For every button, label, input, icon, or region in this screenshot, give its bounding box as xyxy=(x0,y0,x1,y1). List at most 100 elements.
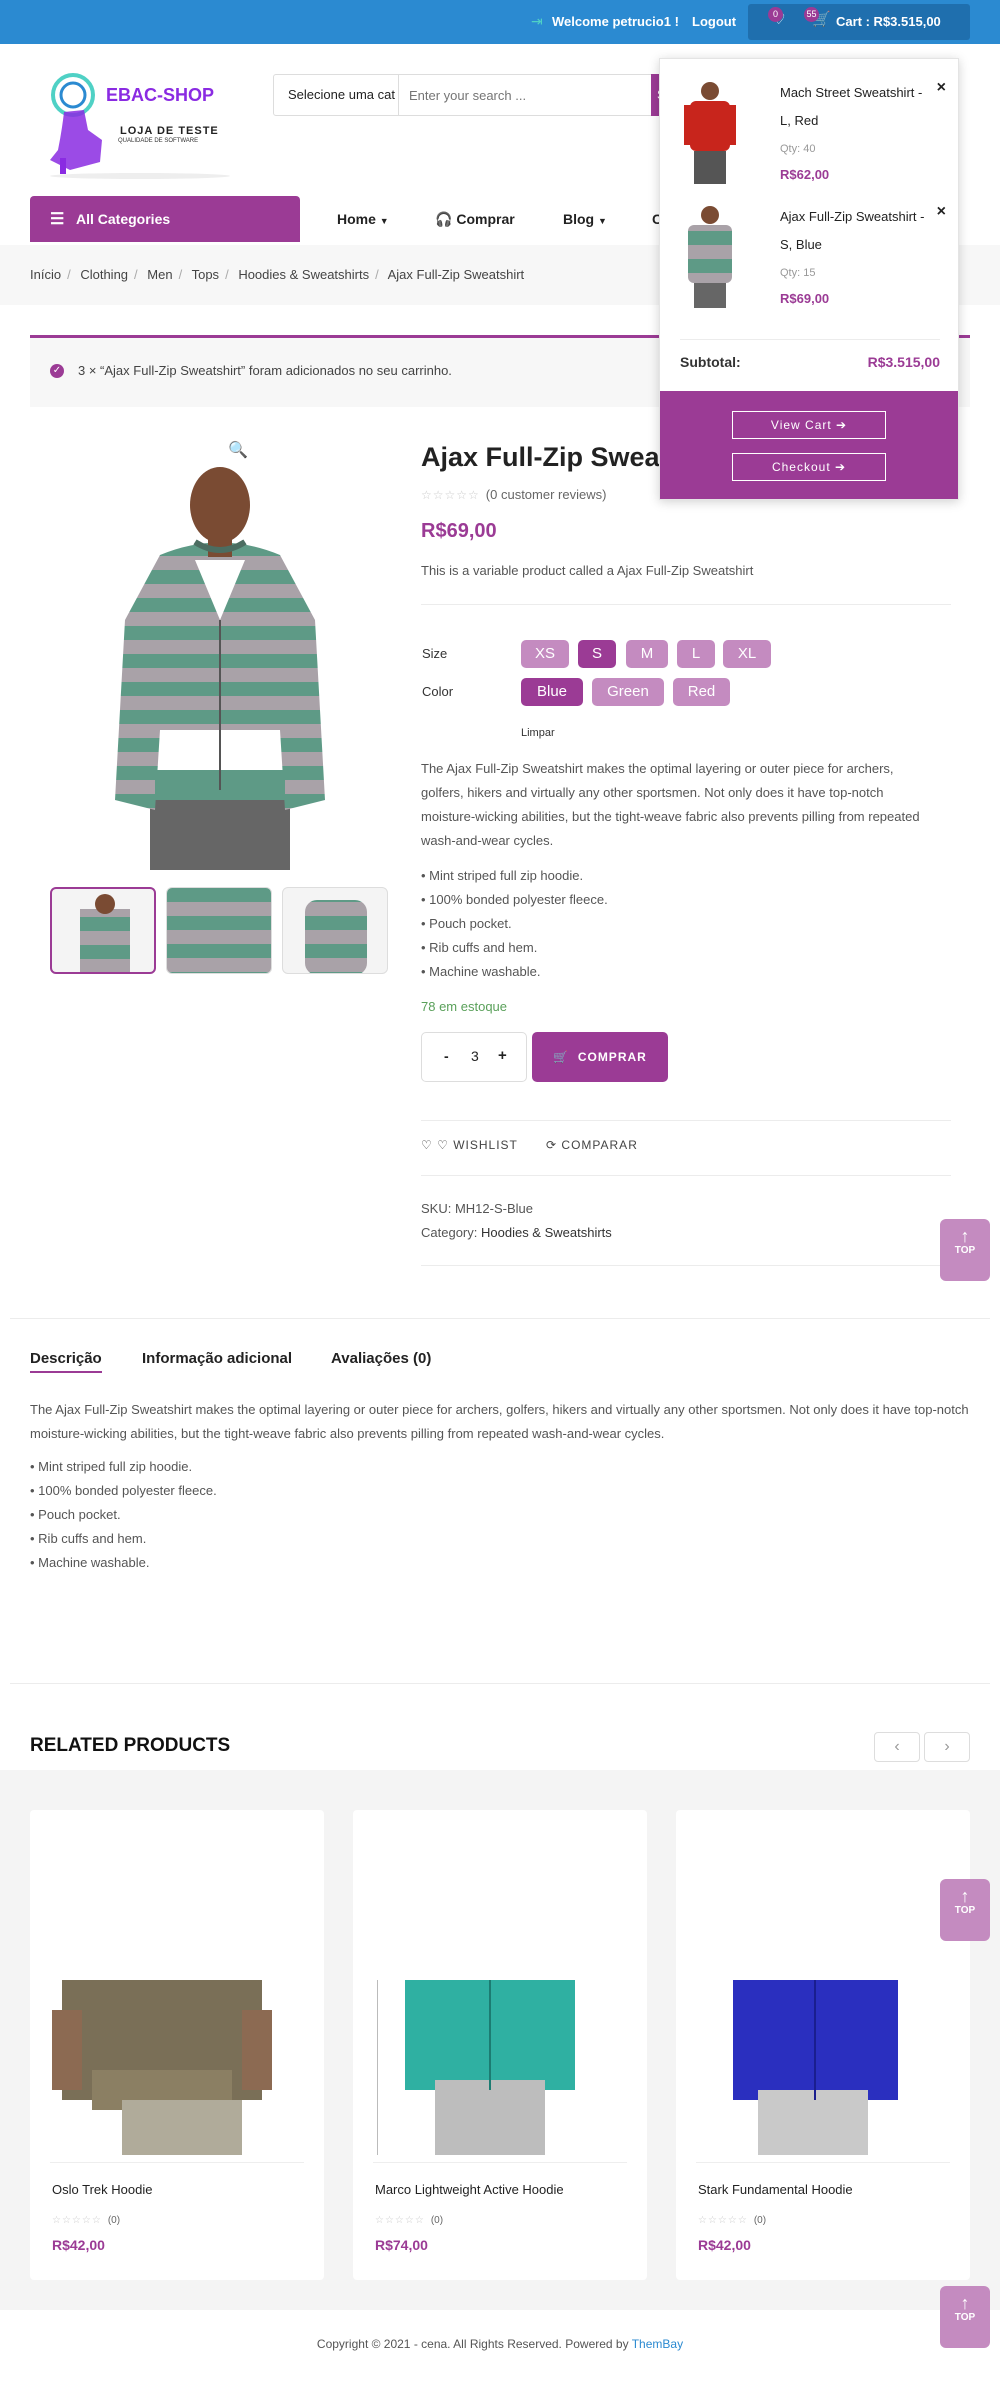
cart-icon: 🛒 xyxy=(553,1050,570,1064)
qty-minus-button[interactable]: - xyxy=(444,1048,449,1064)
cart-total: Cart : R$3.515,00 xyxy=(836,14,941,29)
feature-item: • Machine washable. xyxy=(30,1555,150,1570)
product-price: R$69,00 xyxy=(421,520,497,542)
remove-item-button[interactable]: × xyxy=(937,203,946,221)
breadcrumb-hoodies[interactable]: Hoodies & Sweatshirts xyxy=(238,267,369,282)
view-cart-button[interactable]: View Cart ➔ xyxy=(732,411,886,439)
notice-text: 3 × “Ajax Full-Zip Sweatshirt” foram adi… xyxy=(78,363,452,378)
nav-home[interactable]: Home ▼ xyxy=(337,211,389,227)
checkout-button[interactable]: Checkout ➔ xyxy=(732,453,886,481)
top-label: TOP xyxy=(954,1245,976,1256)
size-s[interactable]: S xyxy=(578,640,616,668)
product-description: The Ajax Full-Zip Sweatshirt makes the o… xyxy=(421,761,920,848)
product-name-link[interactable]: Oslo Trek Hoodie xyxy=(52,2182,152,2197)
feature-item: • Mint striped full zip hoodie. xyxy=(421,868,584,883)
tab-description[interactable]: Descrição xyxy=(30,1350,102,1373)
breadcrumb-men[interactable]: Men xyxy=(147,267,172,282)
menu-icon: ☰ xyxy=(50,211,65,228)
quantity-stepper: - 3 + xyxy=(421,1032,527,1082)
search-bar: Selecione uma cat S xyxy=(273,74,673,116)
remove-item-button[interactable]: × xyxy=(937,79,946,97)
feature-item: • Rib cuffs and hem. xyxy=(421,940,538,955)
wishlist-link[interactable]: ♡ ♡ WISHLIST xyxy=(421,1138,518,1152)
color-green[interactable]: Green xyxy=(592,678,664,706)
back-to-top-button[interactable]: ↑ TOP xyxy=(940,2286,990,2348)
top-label: TOP xyxy=(954,2312,976,2323)
top-bar: ⇥ Welcome petrucio1 ! Logout ♡ 0 🛒 55 Ca… xyxy=(0,0,1000,44)
color-blue[interactable]: Blue xyxy=(521,678,583,706)
mini-cart-item-qty: Qty: 40 xyxy=(780,143,816,155)
search-category-select[interactable]: Selecione uma cat xyxy=(274,75,399,115)
logo-name: EBAC-SHOP xyxy=(106,85,215,105)
site-logo[interactable]: EBAC-SHOP LOJA DE TESTE QUALIDADE DE SOF… xyxy=(40,70,240,180)
cart-count-badge: 55 xyxy=(804,7,819,22)
chevron-left-icon: ‹ xyxy=(894,1738,900,1755)
feature-item: • Pouch pocket. xyxy=(30,1507,121,1522)
top-label: TOP xyxy=(954,1905,976,1916)
mini-cart-item-name[interactable]: Ajax Full-Zip Sweatshirt - S, Blue xyxy=(780,203,930,259)
logout-link[interactable]: Logout xyxy=(692,14,736,29)
mini-cart-item-qty: Qty: 15 xyxy=(780,267,816,279)
thumbnail-front[interactable] xyxy=(50,887,156,974)
subtotal-label: Subtotal: xyxy=(680,354,741,370)
review-count: (0) xyxy=(107,2215,121,2226)
review-count: (0 customer reviews) xyxy=(485,487,607,502)
mini-cart-actions: View Cart ➔ Checkout ➔ xyxy=(660,391,958,499)
clear-selection-link[interactable]: Limpar xyxy=(521,727,555,739)
tab-reviews[interactable]: Avaliações (0) xyxy=(331,1350,431,1367)
back-to-top-button[interactable]: ↑ TOP xyxy=(940,1879,990,1941)
product-image xyxy=(52,1980,272,2155)
size-xs[interactable]: XS xyxy=(521,640,569,668)
logo-line1: LOJA DE TESTE xyxy=(120,125,219,137)
login-icon: ⇥ xyxy=(531,13,543,29)
size-l[interactable]: L xyxy=(677,640,715,668)
product-name-link[interactable]: Stark Fundamental Hoodie xyxy=(698,2182,853,2197)
search-input[interactable] xyxy=(409,75,629,115)
subtotal-value: R$3.515,00 xyxy=(867,354,940,370)
related-product-card[interactable]: Marco Lightweight Active Hoodie ☆☆☆☆☆ (0)… xyxy=(353,1810,647,2280)
product-thumbnail xyxy=(684,82,736,184)
short-description: This is a variable product called a Ajax… xyxy=(421,563,754,578)
arrow-up-icon: ↑ xyxy=(960,1226,970,1246)
thembay-link[interactable]: ThemBay xyxy=(632,2337,683,2351)
mini-cart-item-name[interactable]: Mach Street Sweatshirt - L, Red xyxy=(780,79,930,135)
zoom-icon[interactable]: 🔍 xyxy=(228,440,248,460)
nav-blog[interactable]: Blog ▼ xyxy=(563,211,607,227)
tab-description-content: The Ajax Full-Zip Sweatshirt makes the o… xyxy=(30,1402,969,1441)
all-categories-button[interactable]: ☰ All Categories xyxy=(30,196,300,242)
cart-toggle[interactable]: ♡ 0 🛒 55 Cart : R$3.515,00 xyxy=(748,4,970,40)
carousel-prev-button[interactable]: ‹ xyxy=(874,1732,920,1762)
breadcrumb-tops[interactable]: Tops xyxy=(192,267,219,282)
feature-item: • Machine washable. xyxy=(421,964,541,979)
copyright-text: Copyright © 2021 - cena. All Rights Rese… xyxy=(316,2337,629,2351)
star-rating-icon: ☆☆☆☆☆ xyxy=(375,2215,425,2226)
product-image xyxy=(733,1980,898,2155)
product-price: R$74,00 xyxy=(375,2237,428,2253)
thumbnail-back[interactable] xyxy=(282,887,388,974)
product-name-link[interactable]: Marco Lightweight Active Hoodie xyxy=(375,2182,564,2197)
nav-blog-label: Blog xyxy=(563,211,595,227)
qty-plus-button[interactable]: + xyxy=(498,1047,507,1064)
size-m[interactable]: M xyxy=(626,640,668,668)
compare-label: COMPARAR xyxy=(561,1138,638,1152)
related-product-card[interactable]: Stark Fundamental Hoodie ☆☆☆☆☆ (0) R$42,0… xyxy=(676,1810,970,2280)
product-rating: ☆☆☆☆☆ (0) xyxy=(375,2215,443,2226)
tab-additional-info[interactable]: Informação adicional xyxy=(142,1350,292,1367)
back-to-top-button[interactable]: ↑ TOP xyxy=(940,1219,990,1281)
size-xl[interactable]: XL xyxy=(723,640,771,668)
product-main-image[interactable]: 🔍 xyxy=(50,430,390,870)
add-to-cart-button[interactable]: 🛒 COMPRAR xyxy=(532,1032,668,1082)
color-red[interactable]: Red xyxy=(673,678,730,706)
related-product-card[interactable]: Oslo Trek Hoodie ☆☆☆☆☆ (0) R$42,00 xyxy=(30,1810,324,2280)
compare-link[interactable]: ⟳ COMPARAR xyxy=(546,1138,638,1152)
thumbnail-detail[interactable] xyxy=(166,887,272,974)
nav-comprar[interactable]: 🎧 Comprar xyxy=(435,211,515,228)
product-rating[interactable]: ☆☆☆☆☆ (0 customer reviews) xyxy=(421,487,606,502)
qty-input[interactable]: 3 xyxy=(471,1048,479,1064)
mini-cart-item: Mach Street Sweatshirt - L, Red Qty: 40 … xyxy=(670,79,950,189)
divider xyxy=(10,1318,990,1319)
breadcrumb-home[interactable]: Início xyxy=(30,267,61,282)
category-link[interactable]: Hoodies & Sweatshirts xyxy=(481,1225,612,1240)
carousel-next-button[interactable]: › xyxy=(924,1732,970,1762)
breadcrumb-clothing[interactable]: Clothing xyxy=(80,267,128,282)
